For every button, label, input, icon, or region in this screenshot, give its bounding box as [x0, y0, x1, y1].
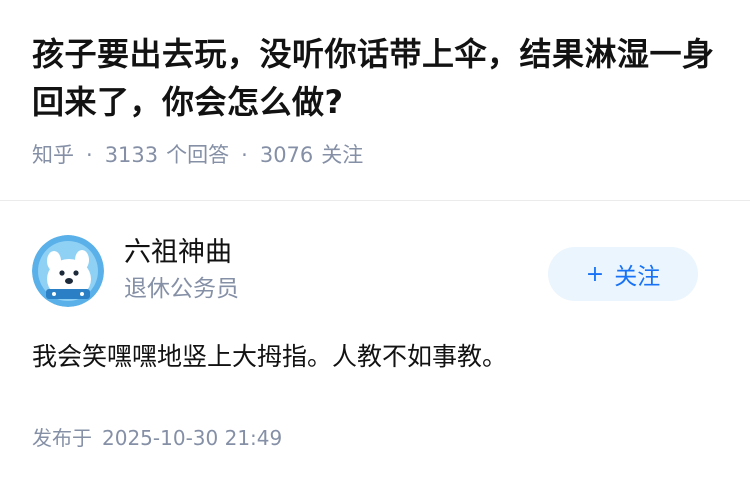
publish-label: 发布于	[32, 426, 92, 450]
answer-card: 六祖神曲 退休公务员 + 关注 我会笑嘿嘿地竖上大拇指。人教不如事教。 发布于 2…	[0, 201, 750, 490]
follower-count-label: 关注	[321, 143, 364, 167]
meta-separator: ·	[241, 143, 248, 167]
source-label[interactable]: 知乎	[32, 140, 74, 170]
plus-icon: +	[585, 261, 605, 287]
author-name[interactable]: 六祖神曲	[124, 235, 239, 271]
answer-publish-time: 发布于 2025-10-30 21:49	[32, 423, 282, 453]
answer-count-label: 个回答	[166, 143, 230, 167]
publish-date: 2025-10-30 21:49	[102, 426, 283, 450]
author-info: 六祖神曲 退休公务员	[124, 235, 239, 305]
follower-count: 3076	[259, 143, 314, 167]
follow-button-label: 关注	[614, 264, 661, 290]
snow-dog-avatar-icon[interactable]	[32, 235, 104, 307]
question-header: 孩子要出去玩，没听你话带上伞，结果淋湿一身回来了，你会怎么做? 知乎 · 313…	[0, 0, 750, 200]
author-title: 退休公务员	[124, 276, 239, 302]
question-title[interactable]: 孩子要出去玩，没听你话带上伞，结果淋湿一身回来了，你会怎么做?	[32, 30, 718, 126]
answer-count: 3133	[104, 143, 159, 167]
meta-separator: ·	[86, 143, 93, 167]
follow-button[interactable]: + 关注	[548, 247, 698, 301]
question-meta: 知乎 · 3133 个回答 · 3076 关注	[32, 140, 718, 170]
answer-content[interactable]: 我会笑嘿嘿地竖上大拇指。人教不如事教。	[32, 337, 718, 377]
author-row: 六祖神曲 退休公务员 + 关注	[32, 235, 698, 307]
